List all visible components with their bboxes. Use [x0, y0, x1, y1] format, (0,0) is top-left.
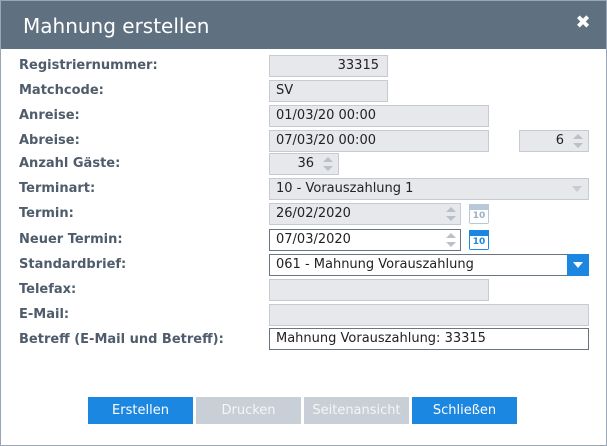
neuer-termin-input[interactable]: 07/03/2020: [269, 229, 461, 251]
label-standardbrief: Standardbrief:: [19, 257, 127, 272]
naechte-spinner: [569, 130, 587, 152]
label-telefax: Telefax:: [19, 282, 77, 297]
mahnung-dialog: Mahnung erstellen ✖ Registriernummer: 33…: [0, 0, 607, 446]
spinner-up-icon: [323, 157, 333, 162]
abreise-field: 07/03/20 00:00: [269, 130, 489, 152]
anzahl-gaeste-spinner: [319, 153, 337, 175]
betreff-input[interactable]: Mahnung Vorauszahlung: 33315: [269, 328, 589, 350]
seitenansicht-button: Seitenansicht: [304, 397, 409, 424]
anreise-field: 01/03/20 00:00: [269, 105, 489, 127]
spinner-up-icon: [446, 207, 456, 212]
label-neuer-termin: Neuer Termin:: [19, 232, 123, 247]
termin-spinner: [442, 203, 460, 225]
drucken-button: Drucken: [196, 397, 301, 424]
spinner-down-icon[interactable]: [446, 242, 456, 247]
close-icon[interactable]: ✖: [574, 14, 592, 32]
label-email: E-Mail:: [19, 307, 70, 322]
terminart-chevron-down-icon: [566, 178, 588, 200]
termin-calendar-icon: 10: [469, 204, 489, 224]
label-betreff: Betreff (E-Mail und Betreff):: [19, 332, 224, 347]
termin-field: 26/02/2020: [269, 203, 461, 225]
label-abreise: Abreise:: [19, 133, 80, 148]
label-registriernummer: Registriernummer:: [19, 58, 158, 73]
label-anzahl-gaeste: Anzahl Gäste:: [19, 156, 121, 171]
label-anreise: Anreise:: [19, 108, 80, 123]
email-field: [269, 304, 589, 326]
neuer-termin-calendar-icon[interactable]: 10: [469, 230, 489, 250]
terminart-select: 10 - Vorauszahlung 1: [269, 178, 589, 200]
schliessen-button[interactable]: Schließen: [412, 397, 517, 424]
erstellen-button[interactable]: Erstellen: [88, 397, 193, 424]
telefax-field: [269, 279, 489, 301]
spinner-down-icon: [446, 216, 456, 221]
dialog-title: Mahnung erstellen: [23, 14, 210, 38]
registriernummer-field: 33315: [269, 55, 388, 77]
matchcode-field: SV: [269, 80, 388, 102]
spinner-up-icon[interactable]: [446, 233, 456, 238]
standardbrief-chevron-down-icon[interactable]: [567, 254, 589, 276]
label-terminart: Terminart:: [19, 181, 96, 196]
spinner-down-icon: [573, 143, 583, 148]
spinner-down-icon: [323, 166, 333, 171]
label-matchcode: Matchcode:: [19, 83, 104, 98]
label-termin: Termin:: [19, 206, 74, 221]
standardbrief-select[interactable]: 061 - Mahnung Vorauszahlung: [269, 254, 589, 276]
dialog-titlebar: Mahnung erstellen ✖: [1, 1, 606, 49]
spinner-up-icon: [573, 134, 583, 139]
neuer-termin-spinner[interactable]: [442, 229, 460, 251]
